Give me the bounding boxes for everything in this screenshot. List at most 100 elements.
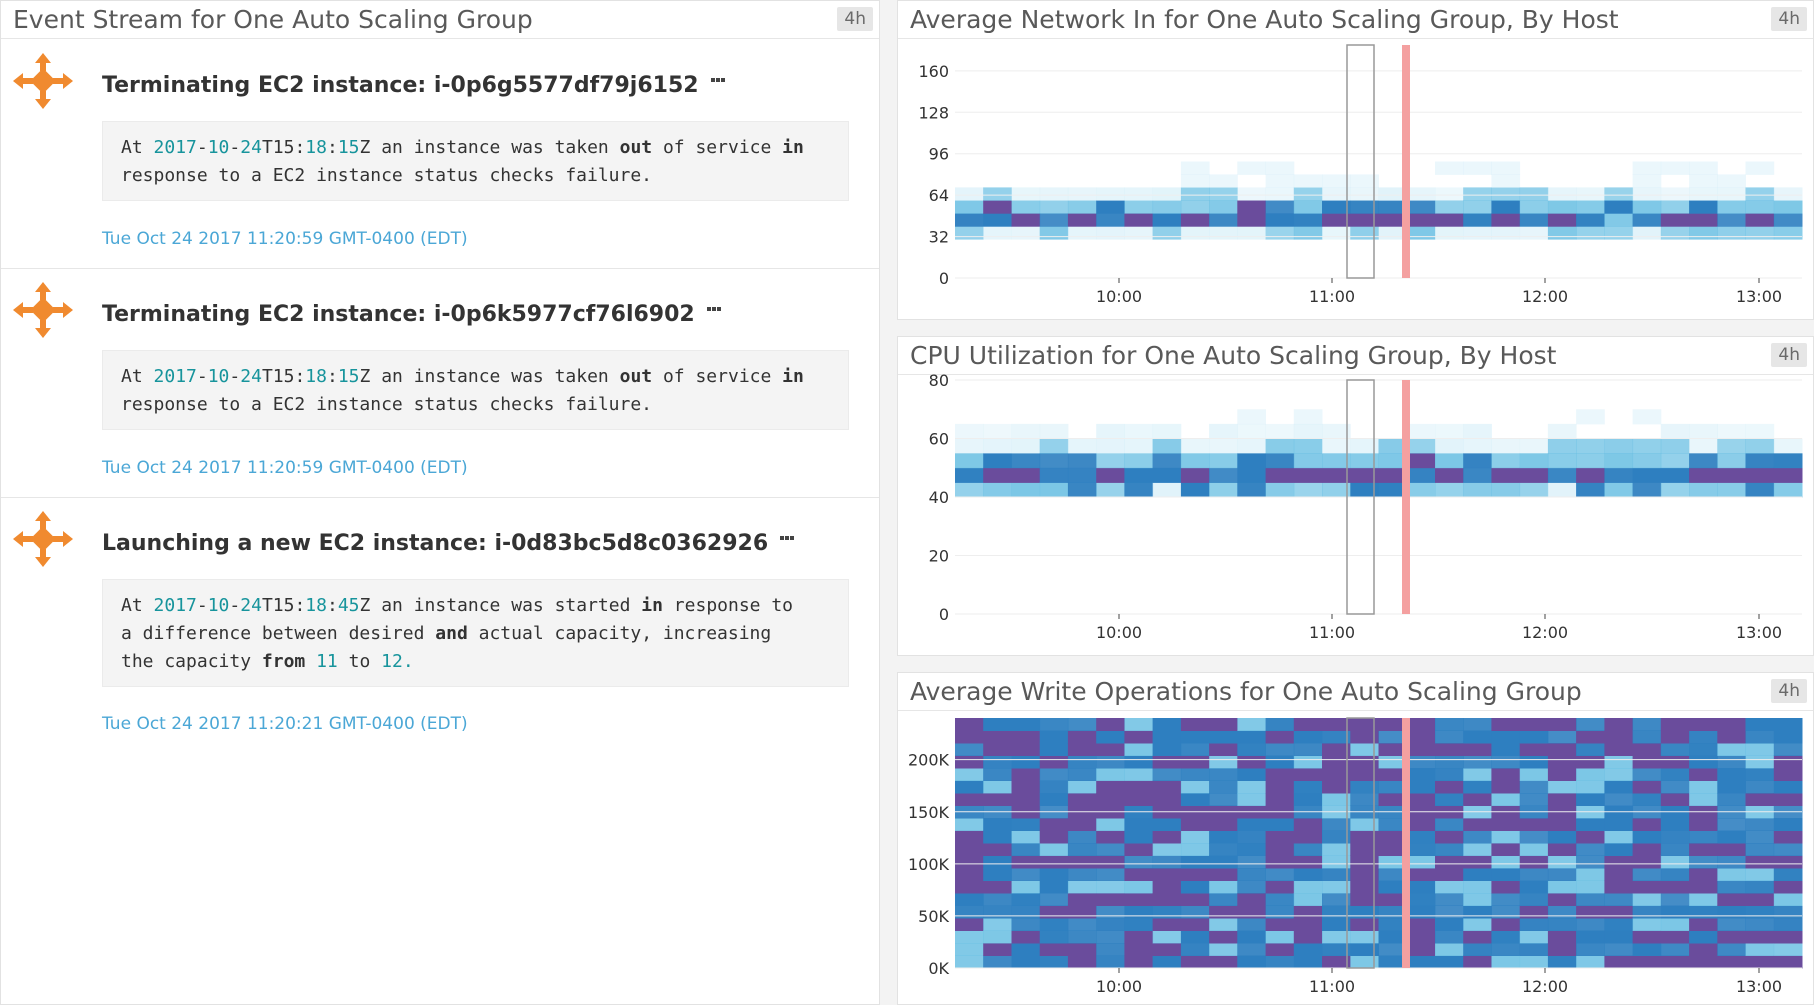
heatmap-cell xyxy=(1745,818,1775,831)
heatmap-cell xyxy=(1773,200,1803,214)
heatmap-cell xyxy=(1124,893,1154,906)
heatmap-cell xyxy=(1604,868,1634,881)
heatmap-cell xyxy=(1406,855,1436,869)
heatmap-chart[interactable]: 0K 50K 100K 150K 200K 10:00 11:00 12:00 13:00 xyxy=(908,717,1803,996)
heatmap-cell xyxy=(1519,226,1549,240)
heatmap-cell xyxy=(1604,453,1634,469)
heatmap-cell xyxy=(1660,843,1690,856)
heatmap-cell xyxy=(1237,213,1266,227)
heatmap-cell xyxy=(1491,730,1521,744)
heatmap-cell xyxy=(955,453,984,469)
heatmap-cell xyxy=(983,868,1012,881)
heatmap-cell xyxy=(1745,930,1775,944)
heatmap-cell xyxy=(1039,780,1069,794)
heatmap-cell xyxy=(1660,743,1690,756)
heatmap-cell xyxy=(1435,161,1464,175)
heatmap-cell xyxy=(1632,409,1662,425)
heatmap-cell xyxy=(1209,718,1238,731)
heatmap-cell xyxy=(1039,743,1069,756)
event-marker[interactable] xyxy=(1402,718,1410,968)
heatmap-cell xyxy=(1491,174,1521,188)
heatmap-cell xyxy=(1124,730,1154,744)
heatmap-cell xyxy=(1660,943,1690,956)
heatmap-cell xyxy=(955,955,984,969)
heatmap-cell xyxy=(1491,843,1521,856)
heatmap-cell xyxy=(1180,213,1210,227)
heatmap-cell xyxy=(1632,743,1662,756)
heatmap-cell xyxy=(1689,730,1718,744)
event-marker[interactable] xyxy=(1402,45,1410,278)
heatmap-cell xyxy=(1660,868,1690,881)
heatmap-cell xyxy=(1773,768,1803,781)
heatmap-cell xyxy=(1039,918,1069,931)
heatmap-cell xyxy=(1773,743,1803,756)
heatmap-cell xyxy=(1209,868,1238,881)
x-tick-label: 10:00 xyxy=(1096,977,1142,996)
heatmap-cell xyxy=(1293,793,1323,806)
heatmap-cell xyxy=(1406,918,1436,931)
heatmap-cell xyxy=(1011,200,1041,214)
event-marker[interactable] xyxy=(1402,380,1410,614)
heatmap-cell xyxy=(1435,467,1464,483)
heatmap-cell xyxy=(1745,793,1775,806)
heatmap-cell xyxy=(1519,187,1549,201)
heatmap-cell xyxy=(1237,718,1266,731)
heatmap-cell xyxy=(1773,843,1803,856)
heatmap-cell xyxy=(1039,730,1069,744)
heatmap-cell xyxy=(1463,743,1492,756)
heatmap-cell xyxy=(1265,855,1295,869)
heatmap-cell xyxy=(1491,855,1521,869)
heatmap-cell xyxy=(1632,187,1662,201)
heatmap-cell xyxy=(1689,187,1718,201)
heatmap-cell xyxy=(1604,793,1634,806)
heatmap-cell xyxy=(1435,943,1464,956)
heatmap-cell xyxy=(955,187,984,201)
heatmap-cell xyxy=(955,930,984,944)
heatmap-cell xyxy=(1265,730,1295,744)
heatmap-cell xyxy=(1632,818,1662,831)
heatmap-cell xyxy=(955,768,984,781)
heatmap-cell xyxy=(1745,161,1775,175)
heatmap-cell xyxy=(1547,943,1577,956)
heatmap-cell xyxy=(1745,187,1775,201)
heatmap-cell xyxy=(1209,467,1238,483)
heatmap-cell xyxy=(1293,213,1323,227)
heatmap-cell xyxy=(1491,793,1521,806)
heatmap-cell xyxy=(1406,843,1436,856)
heatmap-cell xyxy=(1773,730,1803,744)
heatmap-cell xyxy=(1237,930,1266,944)
heatmap-cell xyxy=(1180,467,1210,483)
heatmap-cell xyxy=(1660,161,1690,175)
heatmap-cell xyxy=(1576,843,1605,856)
heatmap-cell xyxy=(1491,905,1521,919)
heatmap-chart[interactable]: 0 32 64 96 128 160 10:00 11:00 12:00 13:00 xyxy=(918,44,1803,306)
heatmap-cell xyxy=(1773,187,1803,201)
heatmap-cell xyxy=(1604,780,1634,794)
heatmap-cell xyxy=(1067,780,1097,794)
heatmap-cell xyxy=(1576,755,1605,769)
heatmap-cell xyxy=(1293,453,1323,469)
heatmap-cell xyxy=(1039,905,1069,919)
heatmap-cell xyxy=(1180,918,1210,931)
heatmap-cell xyxy=(1152,880,1182,894)
heatmap-chart[interactable]: 0 20 40 60 80 10:00 11:00 12:00 13:00 xyxy=(929,371,1803,642)
heatmap-cell xyxy=(1632,905,1662,919)
heatmap-cell xyxy=(983,793,1012,806)
heatmap-cell xyxy=(1011,893,1041,906)
y-tick-label: 32 xyxy=(929,228,949,247)
heatmap-cell xyxy=(1604,880,1634,894)
heatmap-cell xyxy=(1152,818,1182,831)
time-selection-box[interactable] xyxy=(1346,44,1375,279)
heatmap-cell xyxy=(1547,423,1577,439)
heatmap-cell xyxy=(1491,780,1521,794)
heatmap-cell xyxy=(1011,768,1041,781)
heatmap-cell xyxy=(1180,830,1210,844)
heatmap-cell xyxy=(1660,930,1690,944)
heatmap-cell xyxy=(1406,187,1436,201)
heatmap-cell xyxy=(1039,482,1069,498)
heatmap-cell xyxy=(1689,213,1718,227)
heatmap-cell xyxy=(983,943,1012,956)
heatmap-cell xyxy=(1096,780,1125,794)
heatmap-cell xyxy=(1265,893,1295,906)
heatmap-cell xyxy=(1067,918,1097,931)
